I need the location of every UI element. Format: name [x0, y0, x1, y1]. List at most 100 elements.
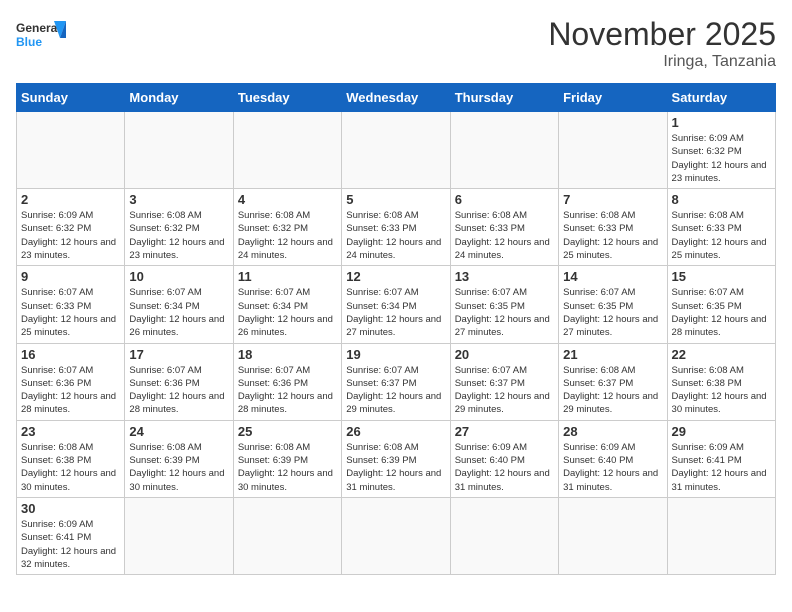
day-info: Sunrise: 6:08 AM Sunset: 6:39 PM Dayligh… — [346, 441, 445, 494]
day-number: 8 — [672, 192, 771, 207]
calendar-cell: 12Sunrise: 6:07 AM Sunset: 6:34 PM Dayli… — [342, 266, 450, 343]
day-number: 10 — [129, 269, 228, 284]
calendar-cell: 15Sunrise: 6:07 AM Sunset: 6:35 PM Dayli… — [667, 266, 775, 343]
logo-svg: General Blue — [16, 16, 66, 56]
day-info: Sunrise: 6:07 AM Sunset: 6:34 PM Dayligh… — [238, 286, 337, 339]
calendar: SundayMondayTuesdayWednesdayThursdayFrid… — [16, 83, 776, 575]
day-info: Sunrise: 6:07 AM Sunset: 6:35 PM Dayligh… — [455, 286, 554, 339]
day-info: Sunrise: 6:08 AM Sunset: 6:39 PM Dayligh… — [129, 441, 228, 494]
calendar-cell — [342, 497, 450, 574]
day-of-week-header: Wednesday — [342, 84, 450, 112]
day-number: 28 — [563, 424, 662, 439]
day-info: Sunrise: 6:09 AM Sunset: 6:41 PM Dayligh… — [21, 518, 120, 571]
day-number: 6 — [455, 192, 554, 207]
calendar-cell: 16Sunrise: 6:07 AM Sunset: 6:36 PM Dayli… — [17, 343, 125, 420]
day-number: 3 — [129, 192, 228, 207]
day-of-week-header: Sunday — [17, 84, 125, 112]
calendar-cell — [559, 112, 667, 189]
logo: General Blue — [16, 16, 66, 56]
calendar-cell — [342, 112, 450, 189]
calendar-cell — [125, 112, 233, 189]
day-info: Sunrise: 6:08 AM Sunset: 6:38 PM Dayligh… — [21, 441, 120, 494]
calendar-cell: 18 Sunrise: 6:07 AM Sunset: 6:36 PM Dayli… — [233, 343, 341, 420]
day-number: 12 — [346, 269, 445, 284]
calendar-cell: 27Sunrise: 6:09 AM Sunset: 6:40 PM Dayli… — [450, 420, 558, 497]
day-of-week-header: Tuesday — [233, 84, 341, 112]
calendar-cell — [233, 497, 341, 574]
day-info: Sunrise: 6:08 AM Sunset: 6:37 PM Dayligh… — [563, 364, 662, 417]
calendar-cell: 2 Sunrise: 6:09 AM Sunset: 6:32 PM Daylig… — [17, 189, 125, 266]
calendar-cell: 10 Sunrise: 6:07 AM Sunset: 6:34 PM Dayli… — [125, 266, 233, 343]
calendar-cell: 5Sunrise: 6:08 AM Sunset: 6:33 PM Daylig… — [342, 189, 450, 266]
day-info: Sunrise: 6:08 AM Sunset: 6:38 PM Dayligh… — [672, 364, 771, 417]
day-info: Sunrise: 6:08 AM Sunset: 6:32 PM Dayligh… — [238, 209, 337, 262]
calendar-cell: 28 Sunrise: 6:09 AM Sunset: 6:40 PM Dayli… — [559, 420, 667, 497]
day-info: Sunrise: 6:07 AM Sunset: 6:35 PM Dayligh… — [563, 286, 662, 339]
day-number: 14 — [563, 269, 662, 284]
calendar-cell — [450, 497, 558, 574]
day-number: 23 — [21, 424, 120, 439]
calendar-cell: 29Sunrise: 6:09 AM Sunset: 6:41 PM Dayli… — [667, 420, 775, 497]
day-number: 25 — [238, 424, 337, 439]
day-info: Sunrise: 6:07 AM Sunset: 6:37 PM Dayligh… — [346, 364, 445, 417]
calendar-cell: 11 Sunrise: 6:07 AM Sunset: 6:34 PM Dayli… — [233, 266, 341, 343]
calendar-cell: 30 Sunrise: 6:09 AM Sunset: 6:41 PM Dayli… — [17, 497, 125, 574]
day-info: Sunrise: 6:08 AM Sunset: 6:33 PM Dayligh… — [563, 209, 662, 262]
day-number: 17 — [129, 347, 228, 362]
day-number: 18 — [238, 347, 337, 362]
day-number: 21 — [563, 347, 662, 362]
calendar-cell: 23 Sunrise: 6:08 AM Sunset: 6:38 PM Dayli… — [17, 420, 125, 497]
calendar-cell: 7 Sunrise: 6:08 AM Sunset: 6:33 PM Daylig… — [559, 189, 667, 266]
calendar-cell: 17Sunrise: 6:07 AM Sunset: 6:36 PM Dayli… — [125, 343, 233, 420]
day-number: 20 — [455, 347, 554, 362]
calendar-cell: 1Sunrise: 6:09 AM Sunset: 6:32 PM Daylig… — [667, 112, 775, 189]
calendar-cell: 25 Sunrise: 6:08 AM Sunset: 6:39 PM Dayli… — [233, 420, 341, 497]
day-number: 9 — [21, 269, 120, 284]
day-info: Sunrise: 6:07 AM Sunset: 6:34 PM Dayligh… — [129, 286, 228, 339]
day-info: Sunrise: 6:09 AM Sunset: 6:40 PM Dayligh… — [455, 441, 554, 494]
calendar-cell: 3 Sunrise: 6:08 AM Sunset: 6:32 PM Daylig… — [125, 189, 233, 266]
calendar-cell: 8 Sunrise: 6:08 AM Sunset: 6:33 PM Daylig… — [667, 189, 775, 266]
day-info: Sunrise: 6:09 AM Sunset: 6:32 PM Dayligh… — [21, 209, 120, 262]
day-number: 29 — [672, 424, 771, 439]
day-number: 24 — [129, 424, 228, 439]
calendar-cell: 14 Sunrise: 6:07 AM Sunset: 6:35 PM Dayli… — [559, 266, 667, 343]
day-info: Sunrise: 6:08 AM Sunset: 6:39 PM Dayligh… — [238, 441, 337, 494]
calendar-cell: 9 Sunrise: 6:07 AM Sunset: 6:33 PM Daylig… — [17, 266, 125, 343]
day-number: 5 — [346, 192, 445, 207]
day-number: 1 — [672, 115, 771, 130]
day-number: 13 — [455, 269, 554, 284]
day-info: Sunrise: 6:09 AM Sunset: 6:40 PM Dayligh… — [563, 441, 662, 494]
calendar-cell — [233, 112, 341, 189]
day-number: 11 — [238, 269, 337, 284]
day-number: 30 — [21, 501, 120, 516]
calendar-cell: 22 Sunrise: 6:08 AM Sunset: 6:38 PM Dayli… — [667, 343, 775, 420]
calendar-cell: 20Sunrise: 6:07 AM Sunset: 6:37 PM Dayli… — [450, 343, 558, 420]
day-info: Sunrise: 6:08 AM Sunset: 6:33 PM Dayligh… — [455, 209, 554, 262]
calendar-cell: 6 Sunrise: 6:08 AM Sunset: 6:33 PM Daylig… — [450, 189, 558, 266]
svg-text:General: General — [16, 21, 61, 35]
day-of-week-header: Friday — [559, 84, 667, 112]
header: General Blue November 2025 Iringa, Tanza… — [16, 16, 776, 71]
calendar-cell: 26 Sunrise: 6:08 AM Sunset: 6:39 PM Dayli… — [342, 420, 450, 497]
day-number: 2 — [21, 192, 120, 207]
day-of-week-header: Saturday — [667, 84, 775, 112]
svg-text:Blue: Blue — [16, 35, 42, 49]
calendar-cell — [125, 497, 233, 574]
calendar-cell: 4 Sunrise: 6:08 AM Sunset: 6:32 PM Daylig… — [233, 189, 341, 266]
day-number: 7 — [563, 192, 662, 207]
day-info: Sunrise: 6:08 AM Sunset: 6:33 PM Dayligh… — [672, 209, 771, 262]
day-number: 4 — [238, 192, 337, 207]
location-title: Iringa, Tanzania — [548, 53, 776, 71]
logo: General Blue — [16, 16, 66, 56]
day-info: Sunrise: 6:07 AM Sunset: 6:36 PM Dayligh… — [238, 364, 337, 417]
calendar-cell — [667, 497, 775, 574]
day-info: Sunrise: 6:08 AM Sunset: 6:32 PM Dayligh… — [129, 209, 228, 262]
day-number: 26 — [346, 424, 445, 439]
calendar-cell — [17, 112, 125, 189]
day-number: 15 — [672, 269, 771, 284]
calendar-cell: 19Sunrise: 6:07 AM Sunset: 6:37 PM Dayli… — [342, 343, 450, 420]
day-info: Sunrise: 6:07 AM Sunset: 6:33 PM Dayligh… — [21, 286, 120, 339]
month-title: November 2025 — [548, 16, 776, 53]
day-number: 22 — [672, 347, 771, 362]
